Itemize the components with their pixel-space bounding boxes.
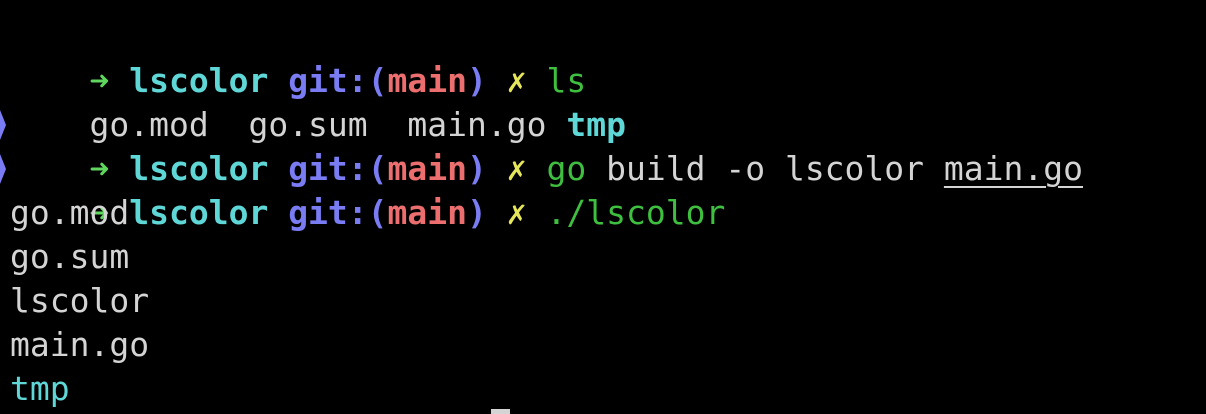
- output-line: main.go: [10, 325, 150, 364]
- prompt-line-2: ➜ lscolor git:(main) ✗ go build -o lscol…: [10, 103, 1083, 188]
- output-line: go.sum: [10, 237, 130, 276]
- prompt-branch: main: [387, 193, 468, 232]
- output-line: go.mod: [10, 193, 130, 232]
- prompt-git-suffix: ): [467, 193, 487, 232]
- ls-output-line: go.mod go.sum main.go tmp: [10, 59, 626, 144]
- prompt-line-1: ➜ lscolor git:(main) ✗ ls: [10, 15, 586, 100]
- terminal-cursor[interactable]: [491, 409, 510, 414]
- terminal-window[interactable]: ➜ lscolor git:(main) ✗ ls go.mod go.sum …: [0, 0, 1206, 414]
- dirty-marker: ✗: [506, 193, 527, 232]
- output-line-dir: tmp: [10, 369, 70, 408]
- prompt-dir: lscolor: [129, 193, 269, 232]
- output-line: lscolor: [10, 281, 150, 320]
- prompt-line-3: ➜ lscolor git:(main) ✗ ./lscolor: [10, 147, 725, 232]
- scroll-mark-icon: [0, 110, 6, 140]
- scroll-mark-icon: [0, 154, 6, 184]
- command-file-arg: main.go: [943, 149, 1083, 188]
- prompt-git-prefix: git:(: [288, 193, 388, 232]
- command-text: ./lscolor: [546, 193, 726, 232]
